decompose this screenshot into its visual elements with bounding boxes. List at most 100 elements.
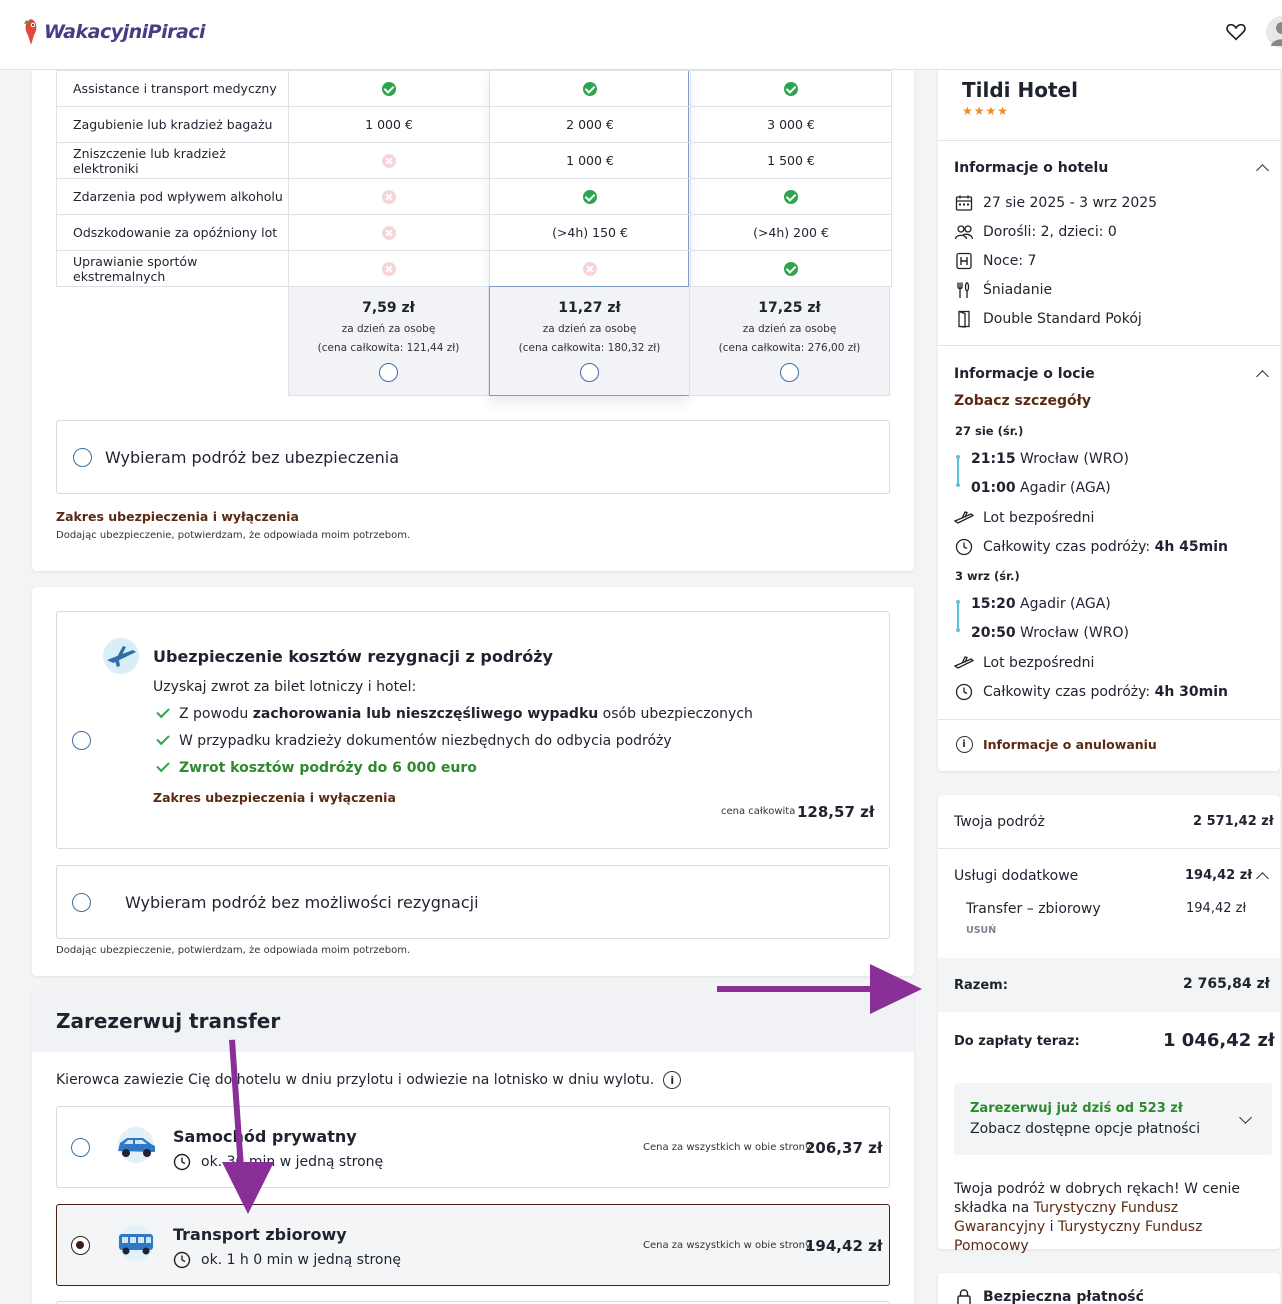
no-cancellation-radio[interactable] bbox=[72, 892, 91, 912]
cancellation-option[interactable]: Ubezpieczenie kosztów rezygnacji z podró… bbox=[56, 611, 890, 849]
outbound-arrival: 01:00 Agadir (AGA) bbox=[971, 480, 1111, 496]
return-date: 3 wrz (śr.) bbox=[955, 569, 1020, 583]
annotation-arrow-head bbox=[222, 1162, 274, 1214]
table-row: Uprawianie sportów ekstremalnych bbox=[56, 250, 892, 287]
cancellation-total-price: 128,57 zł bbox=[797, 803, 875, 821]
check-icon bbox=[784, 262, 798, 277]
hotel-name: Tildi Hotel bbox=[962, 78, 1078, 102]
extras-label[interactable]: Usługi dodatkowe bbox=[954, 868, 1078, 884]
table-row: Odszkodowanie za opóźniony lot (>4h) 150 … bbox=[56, 214, 892, 251]
remove-extra-link[interactable]: USUŃ bbox=[966, 925, 996, 936]
extra-item-name: Transfer – zbiorowy bbox=[966, 901, 1101, 917]
plan-total: (cena całkowita: 180,32 zł) bbox=[518, 342, 661, 354]
total-price: 2 765,84 zł bbox=[1183, 976, 1270, 992]
shared-transport-price-label: Cena za wszystkich w obie strony bbox=[643, 1240, 811, 1251]
info-icon[interactable]: i bbox=[663, 1071, 682, 1089]
top-header: WakacyjniPiraci bbox=[0, 0, 1282, 70]
cancellation-scope-link[interactable]: Zakres ubezpieczenia i wyłączenia bbox=[153, 790, 396, 805]
table-row: Zdarzenia pod wpływem alkoholu bbox=[56, 178, 892, 215]
extra-item-price: 194,42 zł bbox=[1186, 901, 1247, 916]
cancellation-info-link[interactable]: i Informacje o anulowaniu bbox=[954, 735, 1157, 753]
door-icon bbox=[958, 310, 970, 328]
divider bbox=[938, 848, 1280, 849]
cross-icon bbox=[382, 262, 396, 277]
coverage-cell bbox=[690, 178, 892, 215]
coverage-label: Uprawianie sportów ekstremalnych bbox=[56, 250, 289, 287]
outbound-date: 27 sie (śr.) bbox=[955, 424, 1024, 438]
outbound-type: Lot bezpośredni bbox=[954, 509, 1094, 527]
coverage-cell: 3 000 € bbox=[690, 106, 892, 143]
cancellation-total-label: cena całkowita bbox=[721, 806, 796, 817]
coverage-label: Zdarzenia pod wpływem alkoholu bbox=[56, 178, 289, 215]
trip-price-label: Twoja podróż bbox=[954, 814, 1045, 830]
timeline-dot bbox=[956, 628, 960, 632]
shared-transport-time: ok. 1 h 0 min w jedną stronę bbox=[173, 1251, 401, 1269]
cutlery-icon bbox=[957, 281, 970, 298]
no-insurance-option[interactable]: Wybieram podróż bez ubezpieczenia bbox=[56, 420, 890, 494]
insurance-plan-2[interactable]: 11,27 zł za dzień za osobę (cena całkowita… bbox=[489, 286, 690, 396]
heart-icon[interactable] bbox=[1225, 21, 1247, 43]
no-insurance-label: Wybieram podróż bez ubezpieczenia bbox=[105, 447, 400, 467]
lock-icon bbox=[957, 1289, 971, 1304]
coverage-cell bbox=[288, 250, 490, 287]
cross-icon bbox=[382, 226, 396, 241]
table-row: Zniszczenie lub kradzież elektroniki 1 00… bbox=[56, 142, 892, 179]
payment-options-toggle[interactable]: Zarezerwuj już dziś od 523 zł Zobacz dos… bbox=[954, 1083, 1272, 1155]
no-cancellation-option[interactable]: Wybieram podróż bez możliwości rezygnacj… bbox=[56, 865, 890, 939]
hotel-nights: Noce: 7 bbox=[954, 252, 1036, 270]
outbound-departure: 21:15 Wrocław (WRO) bbox=[971, 451, 1129, 467]
check-icon bbox=[156, 731, 170, 746]
coverage-label: Assistance i transport medyczny bbox=[56, 70, 289, 107]
shared-transport-radio[interactable] bbox=[71, 1236, 90, 1255]
plan-radio[interactable] bbox=[580, 363, 599, 382]
timeline-dot bbox=[956, 483, 960, 487]
bus-icon bbox=[118, 1225, 154, 1261]
plan-price: 11,27 zł bbox=[558, 300, 621, 316]
timeline-line bbox=[957, 604, 959, 628]
insurance-consent: Dodając ubezpieczenie, potwierdzam, że o… bbox=[56, 530, 411, 541]
logo[interactable]: WakacyjniPiraci bbox=[20, 12, 206, 52]
return-type: Lot bezpośredni bbox=[954, 654, 1094, 672]
plan-total: (cena całkowita: 121,44 zł) bbox=[317, 342, 460, 354]
clock-icon bbox=[173, 1153, 191, 1171]
transfer-option-private[interactable]: Samochód prywatny ok. 30 min w jedną str… bbox=[56, 1106, 890, 1188]
shared-transport-price: 194,42 zł bbox=[805, 1237, 883, 1255]
coverage-cell: 2 000 € bbox=[489, 106, 691, 143]
user-avatar[interactable] bbox=[1266, 16, 1282, 48]
private-car-radio[interactable] bbox=[71, 1138, 90, 1157]
plan-radio[interactable] bbox=[379, 363, 398, 382]
coverage-cell bbox=[288, 70, 490, 107]
chevron-down-icon bbox=[1239, 1111, 1252, 1124]
return-arrival: 20:50 Wrocław (WRO) bbox=[971, 625, 1129, 641]
flight-info-title[interactable]: Informacje o locie bbox=[954, 366, 1095, 382]
pay-now-label: Do zapłaty teraz: bbox=[954, 1034, 1080, 1049]
coverage-cell bbox=[690, 250, 892, 287]
secure-payment: Bezpieczna płatność bbox=[954, 1288, 1144, 1304]
plan-price: 17,25 zł bbox=[758, 300, 821, 316]
insurance-comparison-table: Assistance i transport medyczny Zagubieni… bbox=[56, 70, 892, 287]
cancellation-title: Ubezpieczenie kosztów rezygnacji z podró… bbox=[153, 647, 553, 666]
divider bbox=[938, 345, 1280, 346]
insurance-plan-1[interactable]: 7,59 zł za dzień za osobę (cena całkowita:… bbox=[288, 286, 489, 396]
insurance-plan-3[interactable]: 17,25 zł za dzień za osobę (cena całkowita… bbox=[689, 286, 890, 396]
hotel-info-title[interactable]: Informacje o hotelu bbox=[954, 160, 1108, 176]
flight-details-link[interactable]: Zobacz szczegóły bbox=[954, 393, 1091, 409]
plane-icon bbox=[954, 656, 974, 669]
hotel-guests: Dorośli: 2, dzieci: 0 bbox=[954, 223, 1117, 241]
airplane-icon bbox=[103, 638, 139, 674]
cross-icon bbox=[382, 154, 396, 169]
cancellation-radio[interactable] bbox=[72, 731, 91, 750]
coverage-cell: 1 000 € bbox=[288, 106, 490, 143]
cancellation-consent: Dodając ubezpieczenie, potwierdzam, że o… bbox=[56, 945, 411, 956]
shared-transport-name: Transport zbiorowy bbox=[173, 1225, 347, 1244]
check-icon bbox=[784, 82, 798, 97]
plan-price: 7,59 zł bbox=[362, 300, 415, 316]
transfer-option-shared[interactable]: Transport zbiorowy ok. 1 h 0 min w jedną… bbox=[56, 1204, 890, 1286]
private-car-name: Samochód prywatny bbox=[173, 1127, 357, 1146]
cancellation-benefit-2: W przypadku kradzieży dokumentów niezbęd… bbox=[156, 731, 672, 749]
plan-radio[interactable] bbox=[780, 363, 799, 382]
coverage-label: Odszkodowanie za opóźniony lot bbox=[56, 214, 289, 251]
check-icon bbox=[583, 190, 597, 205]
insurance-scope-link[interactable]: Zakres ubezpieczenia i wyłączenia bbox=[56, 509, 299, 524]
no-insurance-radio[interactable] bbox=[73, 447, 92, 467]
